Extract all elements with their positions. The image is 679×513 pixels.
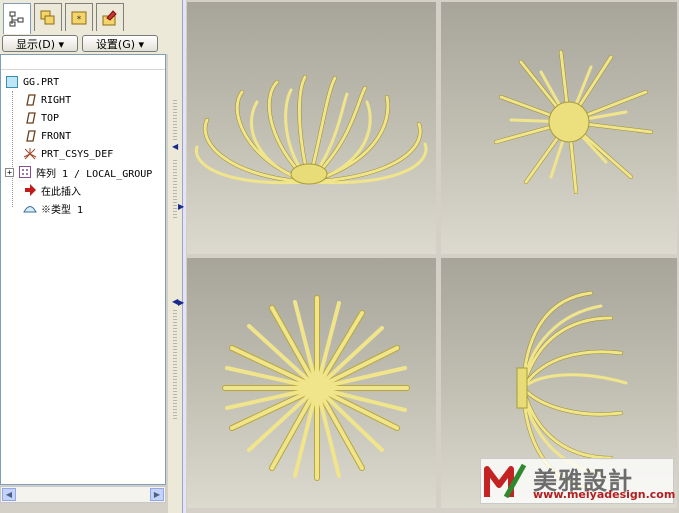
tree-item-label: RIGHT (41, 94, 72, 106)
datum-plane-icon (23, 111, 37, 125)
svg-text:*: * (77, 15, 82, 25)
brand-logo-icon (484, 463, 527, 499)
tree-root-label: GG.PRT (23, 76, 60, 88)
tree-item-label: 阵列 1 / LOCAL_GROUP (36, 168, 153, 180)
coordinate-system-icon (23, 147, 37, 161)
viewport-front[interactable] (187, 2, 436, 254)
settings-menu-button[interactable]: 设置(G) ▾ (82, 35, 158, 52)
tree-horizontal-scrollbar[interactable]: ◀ ▶ (0, 486, 166, 503)
graphics-window-border: ▶ ▶ (178, 0, 186, 513)
flower-model-front (194, 75, 428, 185)
pattern-icon (18, 165, 32, 179)
navigator-tab-strip: * (0, 0, 168, 34)
expand-right-arrow-icon[interactable]: ▶ (178, 298, 184, 307)
watermark: 美雅設計 www.meiyadesign.com (480, 458, 676, 504)
tab-favorites[interactable]: * (65, 3, 93, 31)
collapse-left-arrow-icon[interactable]: ◀ (172, 143, 178, 151)
settings-menu-label: 设置(G) ▾ (95, 37, 145, 51)
tree-item-label: FRONT (41, 130, 72, 142)
model-tree-icon (9, 11, 24, 27)
tree-item-label: ※类型 1 (41, 204, 84, 216)
tree-item-pattern[interactable]: + 阵列 1 / LOCAL_GROUP (5, 163, 152, 181)
connections-icon (102, 9, 117, 25)
tree-item-label: TOP (41, 112, 60, 124)
splitter-grip (173, 310, 177, 420)
flower-model-iso (494, 50, 653, 194)
tree-guide-line (12, 91, 13, 207)
tree-item-label: PRT_CSYS_DEF (41, 148, 114, 160)
tree-root-item[interactable]: GG.PRT (5, 73, 59, 91)
tree-item-style-feature[interactable]: ※类型 1 (23, 199, 83, 217)
tree-item-csys[interactable]: PRT_CSYS_DEF (23, 145, 113, 163)
datum-plane-icon (23, 129, 37, 143)
watermark-url: www.meiyadesign.com (533, 488, 676, 501)
tree-item-front[interactable]: FRONT (23, 127, 71, 145)
show-menu-button[interactable]: 显示(D) ▾ (2, 35, 78, 52)
viewport-top[interactable] (187, 258, 436, 508)
flower-model-top (222, 295, 410, 481)
splitter-grip (173, 160, 177, 220)
part-icon (5, 75, 19, 89)
tab-connections[interactable] (96, 3, 124, 31)
tree-item-right[interactable]: RIGHT (23, 91, 71, 109)
model-tree: GG.PRT RIGHT TOP FRONT PRT_CSYS_DEF + 阵列… (0, 54, 166, 485)
datum-plane-icon (23, 93, 37, 107)
expand-right-arrow-icon[interactable]: ▶ (178, 202, 184, 211)
tree-item-label: 在此插入 (41, 186, 81, 198)
insert-here-arrow-icon (23, 183, 37, 197)
tab-folder-browser[interactable] (34, 3, 62, 31)
expand-toggle-icon[interactable]: + (5, 167, 14, 177)
tree-item-insert-here[interactable]: 在此插入 (23, 181, 81, 199)
folder-browser-icon (40, 10, 55, 24)
scroll-right-button[interactable]: ▶ (150, 488, 164, 501)
style-feature-icon (23, 201, 37, 215)
show-menu-label: 显示(D) ▾ (15, 37, 65, 51)
favorites-icon: * (71, 11, 87, 25)
tree-header (1, 55, 165, 70)
splitter-grip (173, 100, 177, 140)
viewport-isometric[interactable] (441, 2, 677, 254)
panel-splitter[interactable]: ◀ ◀ (168, 0, 182, 513)
tab-model-tree[interactable] (3, 3, 31, 34)
scroll-left-button[interactable]: ◀ (2, 488, 16, 501)
model-tree-toolbar: 显示(D) ▾ 设置(G) ▾ (0, 34, 168, 54)
tree-item-top[interactable]: TOP (23, 109, 59, 127)
